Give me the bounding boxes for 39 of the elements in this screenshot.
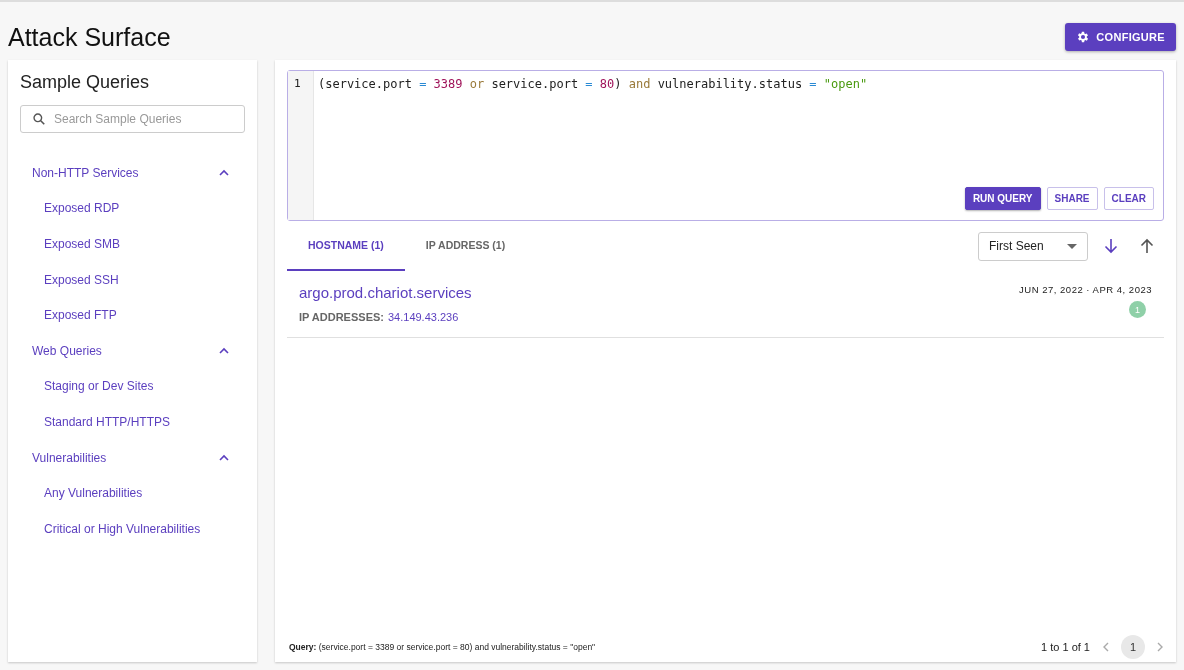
query-action-button[interactable]: RUN QUERY — [964, 187, 1041, 210]
query-summary: Query: (service.port = 3389 or service.port = 80) and vulnerability.status = "open" — [289, 642, 596, 652]
query-item[interactable]: Staging or Dev Sites — [20, 368, 245, 405]
query-group[interactable]: Vulnerabilities — [20, 439, 245, 476]
search-field[interactable]: Search Sample Queries — [20, 105, 245, 133]
query-group[interactable]: Non-HTTP Services — [20, 155, 245, 191]
query-item[interactable]: Exposed SMB — [20, 226, 245, 262]
sort-dropdown[interactable]: First Seen — [978, 231, 1088, 261]
gear-icon — [1076, 30, 1091, 44]
chevron-left-icon[interactable] — [1102, 642, 1109, 652]
arrow-up-icon — [1140, 238, 1154, 254]
count-badge: 1 — [1129, 301, 1146, 318]
dropdown-caret-icon — [1067, 243, 1077, 249]
arrow-down-icon — [1104, 238, 1118, 254]
result-tab[interactable]: HOSTNAME (1) — [287, 221, 405, 271]
hostname-link[interactable]: argo.prod.chariot.services — [299, 284, 472, 301]
query-code: (service.port = 3389 or service.port = 80) and vulnerability.status = "open" — [318, 77, 869, 91]
configure-button[interactable]: CONFIGURE — [1065, 23, 1176, 51]
query-item[interactable]: Exposed SSH — [20, 261, 245, 298]
query-item[interactable]: Exposed RDP — [20, 190, 245, 227]
page-button[interactable]: 1 — [1121, 635, 1145, 659]
sidebar-title: Sample Queries — [20, 72, 151, 93]
line-number: 1 — [294, 77, 301, 90]
page-title: Attack Surface — [8, 22, 171, 52]
query-item[interactable]: Exposed FTP — [20, 297, 245, 333]
chevron-right-icon[interactable] — [1157, 642, 1164, 652]
date-range: JUN 27, 2022 · APR 4, 2023 — [1019, 284, 1152, 295]
ip-label: IP ADDRESSES: — [299, 311, 384, 323]
ip-link[interactable]: 34.149.43.236 — [387, 311, 459, 323]
query-editor[interactable]: 1 (service.port = 3389 or service.port = 80) and vulnerability.status = "open" RUN QUERY SHARE CLEAR — [287, 70, 1164, 221]
query-item[interactable]: Standard HTTP/HTTPS — [20, 404, 245, 440]
query-action-button[interactable]: CLEAR — [1103, 187, 1154, 210]
result-tab[interactable]: IP ADDRESS (1) — [404, 221, 527, 271]
query-item[interactable]: Critical or High Vulnerabilities — [20, 510, 245, 547]
query-group[interactable]: Web Queries — [20, 332, 245, 369]
page-range: 1 to 1 of 1 — [1041, 641, 1090, 653]
query-item[interactable]: Any Vulnerabilities — [20, 475, 245, 511]
query-action-button[interactable]: SHARE — [1046, 187, 1098, 210]
search-icon — [32, 112, 46, 126]
